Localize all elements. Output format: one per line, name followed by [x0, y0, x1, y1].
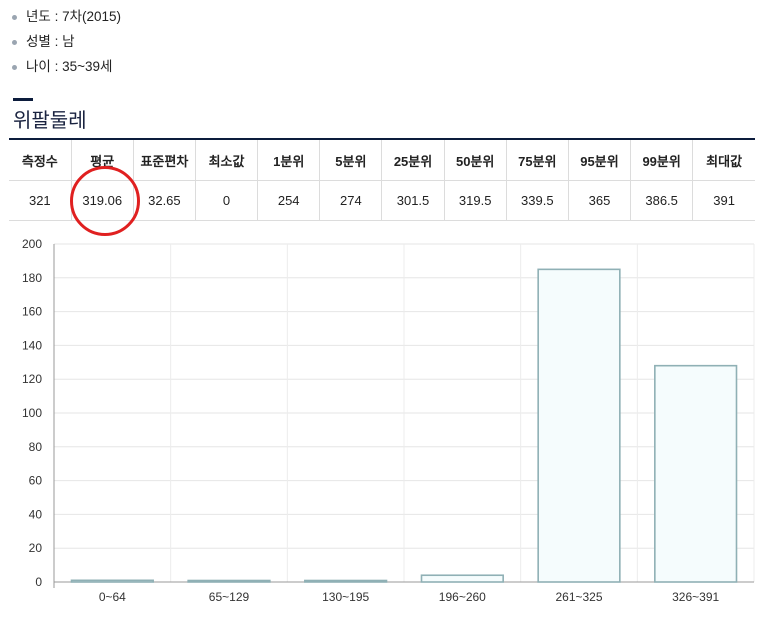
stats-value-row: 321 319.06 32.65 0 254 274 301.5 319.5 3… [9, 180, 755, 221]
header-p5: 5분위 [319, 139, 382, 181]
value-p1: 254 [257, 180, 320, 221]
info-item-year: 년도 : 7차(2015) [12, 4, 121, 29]
info-label: 나이 : 35~39세 [26, 59, 113, 74]
header-p1: 1분위 [257, 139, 320, 181]
y-tick-label: 120 [22, 372, 42, 386]
bar-65~129 [187, 579, 271, 583]
info-item-gender: 성별 : 남 [12, 29, 121, 54]
header-max: 최대값 [692, 139, 755, 181]
bar-326~391 [654, 364, 738, 583]
header-p75: 75분위 [505, 139, 569, 181]
section-accent-bar [13, 98, 33, 101]
bullet-icon [12, 15, 17, 20]
x-tick-label: 261~325 [555, 590, 602, 604]
header-mean: 평균 [70, 139, 134, 181]
bar-196~260 [420, 574, 504, 583]
bar-261~325 [537, 268, 621, 583]
value-mean: 319.06 [70, 180, 134, 221]
y-tick-label: 160 [22, 305, 42, 319]
header-count: 측정수 [9, 139, 72, 181]
x-tick-label: 65~129 [209, 590, 250, 604]
bullet-icon [12, 65, 17, 70]
header-p50: 50분위 [443, 139, 507, 181]
y-tick-label: 140 [22, 338, 42, 352]
info-label: 성별 : 남 [26, 34, 75, 49]
y-tick-label: 40 [29, 507, 43, 521]
header-min: 최소값 [194, 139, 258, 181]
y-tick-label: 80 [29, 440, 43, 454]
y-tick-label: 200 [22, 237, 42, 251]
y-tick-label: 180 [22, 271, 42, 285]
y-tick-label: 100 [22, 406, 42, 420]
x-tick-label: 0~64 [99, 590, 126, 604]
stats-header-row: 측정수 평균 표준편차 최소값 1분위 5분위 25분위 50분위 75분위 9… [9, 139, 755, 181]
value-stddev: 32.65 [132, 180, 196, 221]
header-stddev: 표준편차 [132, 139, 196, 181]
section-title: 위팔둘레 [13, 110, 87, 132]
value-min: 0 [194, 180, 258, 221]
bar-0~64 [70, 579, 154, 583]
stats-table: 측정수 평균 표준편차 최소값 1분위 5분위 25분위 50분위 75분위 9… [9, 138, 755, 221]
info-item-age: 나이 : 35~39세 [12, 54, 121, 79]
header-p99: 99분위 [630, 139, 693, 181]
value-max: 391 [692, 180, 755, 221]
bullet-icon [12, 40, 17, 45]
value-count: 321 [9, 180, 72, 221]
value-p75: 339.5 [505, 180, 569, 221]
value-p25: 301.5 [381, 180, 445, 221]
info-list: 년도 : 7차(2015) 성별 : 남 나이 : 35~39세 [12, 4, 121, 79]
y-tick-label: 0 [35, 575, 42, 589]
value-p95: 365 [567, 180, 631, 221]
x-tick-label: 326~391 [672, 590, 719, 604]
bar-130~195 [304, 579, 388, 583]
info-label: 년도 : 7차(2015) [26, 9, 122, 24]
y-tick-label: 20 [29, 541, 43, 555]
value-p50: 319.5 [443, 180, 507, 221]
value-p99: 386.5 [630, 180, 693, 221]
header-p25: 25분위 [381, 139, 445, 181]
histogram-chart: 0 20 40 60 80 100 120 140 160 180 200 0~64 65~129 130… [22, 237, 755, 604]
y-tick-label: 60 [29, 474, 43, 488]
header-p95: 95분위 [567, 139, 631, 181]
value-p5: 274 [319, 180, 382, 221]
x-tick-label: 196~260 [439, 590, 486, 604]
x-tick-label: 130~195 [322, 590, 369, 604]
